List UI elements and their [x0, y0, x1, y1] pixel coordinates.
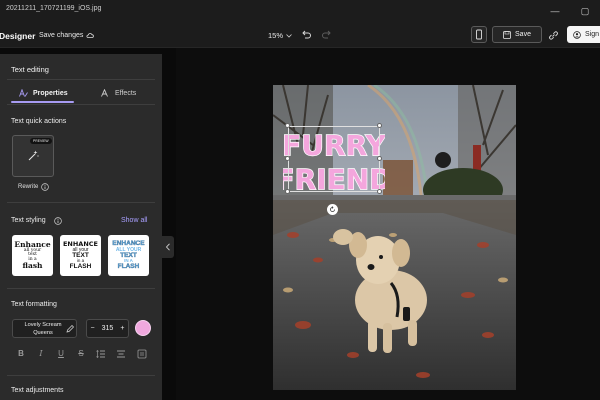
collapse-panel-button[interactable] [162, 236, 174, 258]
info-icon[interactable] [54, 217, 62, 225]
strikethrough-icon[interactable]: S [76, 349, 86, 359]
tab-effects[interactable]: Effects [101, 89, 136, 97]
redo-icon[interactable] [321, 29, 333, 41]
rewrite-label-row: Rewrite [18, 183, 50, 191]
underline-icon[interactable]: U [56, 349, 66, 359]
chevron-down-icon [286, 33, 292, 38]
active-tab-indicator [11, 101, 74, 103]
quick-actions-heading: Text quick actions [11, 118, 67, 125]
text-properties-icon [19, 89, 28, 97]
maximize-icon[interactable]: ▢ [578, 4, 592, 18]
font-size-value[interactable]: 315 [102, 325, 114, 332]
tab-properties[interactable]: Properties [19, 89, 68, 97]
rewrite-action-card[interactable]: PREVIEW [12, 135, 54, 177]
text-editing-panel: Text editing Properties Effects Text qui… [0, 54, 162, 400]
zoom-dropdown[interactable]: 15% [268, 31, 292, 40]
font-size-stepper[interactable]: − 315 + [86, 319, 129, 338]
tab-properties-label: Properties [33, 89, 68, 97]
divider [7, 288, 155, 289]
style-line: flash [22, 261, 43, 271]
minimize-icon[interactable]: — [548, 4, 562, 18]
style-line: FLASH [117, 262, 140, 270]
line-spacing-icon[interactable] [96, 349, 106, 359]
floppy-disk-icon [503, 30, 511, 39]
info-icon[interactable] [41, 183, 50, 191]
save-changes-status[interactable]: Save changes [39, 32, 95, 39]
text-adjustments-heading: Text adjustments [11, 387, 64, 394]
text-color-swatch[interactable] [135, 320, 151, 336]
resize-handle-bottom-left[interactable] [285, 189, 290, 194]
divider [7, 104, 155, 105]
app-brand: Designer [0, 31, 36, 41]
selection-box [288, 126, 380, 192]
panel-title: Text editing [11, 65, 49, 74]
text-effects-icon [101, 89, 108, 97]
rewrite-label: Rewrite [18, 184, 39, 190]
magic-wand-icon [28, 150, 39, 161]
window-title: 20211211_170721199_iOS.jpg [6, 5, 102, 12]
align-center-icon[interactable] [116, 349, 126, 359]
save-button-label: Save [515, 31, 531, 38]
divider [7, 202, 155, 203]
show-all-link[interactable]: Show all [121, 217, 147, 224]
font-name: Lovely Scream Queens [24, 322, 62, 336]
text-styling-heading: Text styling [11, 217, 46, 224]
resize-handle-left[interactable] [285, 156, 290, 161]
text-style-preset[interactable]: Enhance all your text in a flash [12, 235, 53, 276]
increase-font-size-button[interactable]: + [120, 325, 124, 332]
resize-handle-top-right[interactable] [377, 123, 382, 128]
device-preview-button[interactable] [471, 26, 487, 43]
preview-badge: PREVIEW [30, 138, 52, 144]
style-line: FLASH [69, 262, 92, 270]
title-bar: 20211211_170721199_iOS.jpg — ▢ [0, 0, 600, 22]
sign-in-button[interactable]: Sign [567, 26, 600, 43]
account-icon [573, 30, 581, 39]
rotate-icon [330, 206, 335, 212]
decrease-font-size-button[interactable]: − [91, 325, 95, 332]
resize-handle-top-left[interactable] [285, 123, 290, 128]
divider [7, 375, 155, 376]
link-share-icon[interactable] [548, 30, 559, 41]
resize-handle-bottom-right[interactable] [377, 189, 382, 194]
cloud-sync-icon [86, 33, 95, 38]
save-changes-label: Save changes [39, 32, 84, 39]
divider [7, 79, 155, 80]
text-style-preset[interactable]: ENHANCE ALL YOUR TEXT IN A FLASH [108, 235, 149, 276]
text-style-preset[interactable]: ENHANCE all your TEXT in a FLASH [60, 235, 101, 276]
tab-effects-label: Effects [115, 89, 137, 97]
text-formatting-heading: Text formatting [11, 301, 57, 308]
resize-handle-right[interactable] [377, 156, 382, 161]
app-toolbar: Designer Save changes 15% Save Sign [0, 22, 600, 48]
text-box-icon[interactable] [137, 349, 147, 359]
rotate-handle[interactable] [327, 204, 338, 215]
save-button[interactable]: Save [492, 26, 542, 43]
pen-icon [66, 325, 74, 333]
zoom-level: 15% [268, 31, 284, 40]
phone-icon [476, 29, 482, 40]
font-picker[interactable]: Lovely Scream Queens [12, 319, 77, 338]
undo-icon[interactable] [300, 29, 312, 41]
italic-icon[interactable]: I [36, 349, 46, 359]
chevron-left-icon [165, 243, 170, 251]
bold-icon[interactable]: B [16, 349, 26, 359]
sign-in-label: Sign [585, 31, 600, 38]
